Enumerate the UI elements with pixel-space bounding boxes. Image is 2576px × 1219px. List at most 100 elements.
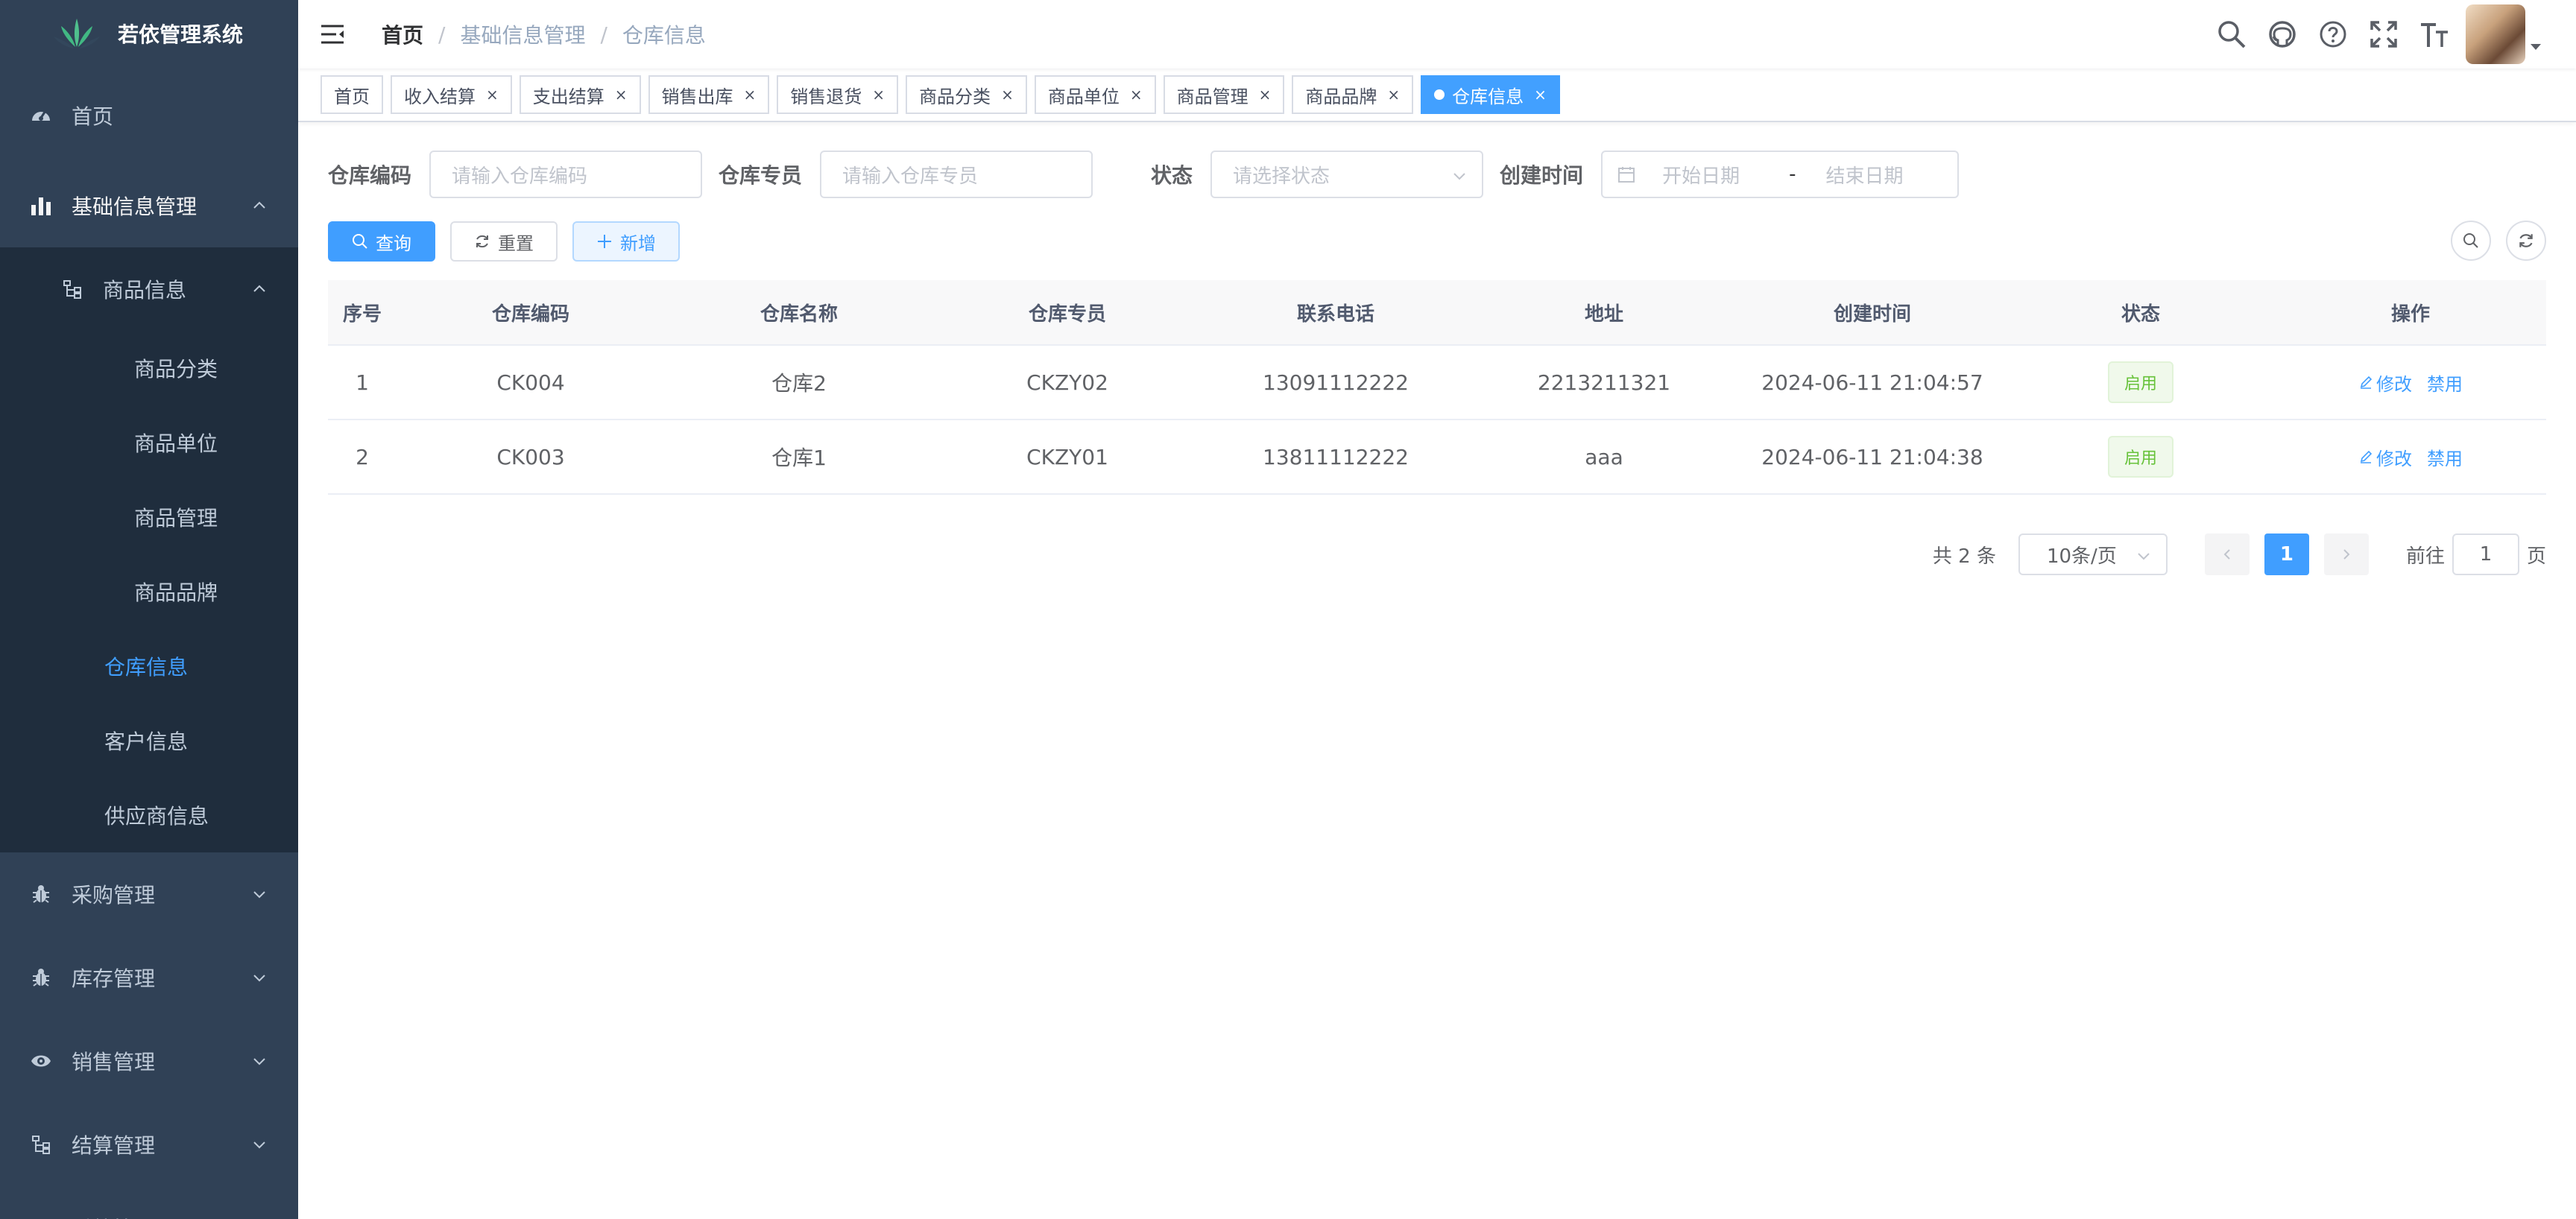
edit-link[interactable]: 修改 <box>2358 370 2412 396</box>
sidebar-logo[interactable]: 若依管理系统 <box>0 0 298 67</box>
sidebar-item-warehouse[interactable]: 仓库信息 <box>0 629 298 703</box>
breadcrumb-separator: / <box>600 22 607 47</box>
disable-link[interactable]: 禁用 <box>2427 370 2463 396</box>
tag-product-category[interactable]: 商品分类 × <box>906 75 1027 114</box>
tag-sales-return[interactable]: 销售退货 × <box>777 75 899 114</box>
close-icon[interactable]: × <box>615 86 628 104</box>
caret-down-icon <box>2531 44 2541 50</box>
sidebar-label: 库存管理 <box>72 966 156 991</box>
chevron-down-icon <box>253 891 265 899</box>
close-icon[interactable]: × <box>486 86 499 104</box>
close-icon[interactable]: × <box>1534 86 1547 104</box>
header-font-size-button[interactable] <box>2409 0 2460 69</box>
chevron-down-icon <box>1453 173 1465 180</box>
refresh-icon <box>2519 234 2533 247</box>
sidebar-item-system[interactable]: 系统管理 <box>0 1186 298 1219</box>
tag-product-unit[interactable]: 商品单位 × <box>1034 75 1156 114</box>
edit-link[interactable]: 修改 <box>2358 444 2412 470</box>
active-dot-icon <box>1434 89 1445 100</box>
tag-expense-settlement[interactable]: 支出结算 × <box>519 75 641 114</box>
sidebar-item-product-category[interactable]: 商品分类 <box>0 331 298 405</box>
sidebar-item-supplier[interactable]: 供应商信息 <box>0 778 298 852</box>
cell-created: 2024-06-11 21:04:57 <box>1761 370 1983 395</box>
cell-code: CK004 <box>496 370 565 395</box>
placeholder: 请输入仓库编码 <box>452 165 588 188</box>
header-github-button[interactable] <box>2257 0 2308 69</box>
disable-label: 禁用 <box>2427 373 2463 395</box>
column-header: 序号 <box>342 303 382 326</box>
disable-link[interactable]: 禁用 <box>2427 444 2463 470</box>
close-icon[interactable]: × <box>1259 86 1272 104</box>
sidebar-label: 首页 <box>72 104 114 129</box>
tag-income-settlement[interactable]: 收入结算 × <box>391 75 512 114</box>
sidebar-item-customer[interactable]: 客户信息 <box>0 703 298 778</box>
reset-button[interactable]: 重置 <box>450 221 558 262</box>
tag-warehouse[interactable]: 仓库信息 × <box>1421 75 1560 114</box>
page-size-select[interactable]: 10条/页 <box>2018 533 2168 575</box>
tag-label: 商品分类 <box>919 86 991 107</box>
tag-product-manage[interactable]: 商品管理 × <box>1163 75 1285 114</box>
chevron-down-icon <box>253 975 265 982</box>
cell-phone: 13811112222 <box>1263 444 1409 469</box>
cell-code: CK003 <box>496 444 565 469</box>
sidebar-label: 供应商信息 <box>104 804 209 829</box>
cell-actions: 修改 禁用 <box>2275 420 2546 493</box>
tag-home[interactable]: 首页 <box>321 75 383 114</box>
warehouse-table: 序号 仓库编码 仓库名称 仓库专员 联系电话 地址 创建时间 状态 操作 1 C… <box>328 280 2546 495</box>
avatar-dropdown[interactable] <box>2525 0 2546 69</box>
search-form: 仓库编码 请输入仓库编码 仓库专员 请输入仓库专员 状态 请选择状态 创建时间 … <box>328 146 2546 203</box>
query-button-label: 查询 <box>376 232 411 254</box>
sidebar-item-sales[interactable]: 销售管理 <box>0 1019 298 1103</box>
sidebar-item-product-unit[interactable]: 商品单位 <box>0 405 298 480</box>
sidebar-item-home[interactable]: 首页 <box>0 67 298 164</box>
tag-sales-outbound[interactable]: 销售出库 × <box>648 75 770 114</box>
date-range-picker[interactable]: 开始日期 - 结束日期 <box>1601 151 1960 198</box>
tag-product-brand[interactable]: 商品品牌 × <box>1292 75 1414 114</box>
refresh-table-button[interactable] <box>2506 221 2546 261</box>
column-header: 仓库专员 <box>1028 303 1106 326</box>
font-size-icon <box>2421 23 2448 47</box>
sidebar-label: 系统管理 <box>72 1213 155 1219</box>
table-header: 序号 仓库编码 仓库名称 仓库专员 联系电话 地址 创建时间 状态 操作 <box>328 280 2546 346</box>
sidebar-label: 商品分类 <box>134 357 218 381</box>
avatar[interactable] <box>2466 4 2525 64</box>
search-icon <box>2463 233 2478 248</box>
status-select[interactable]: 请选择状态 <box>1210 151 1484 198</box>
close-icon[interactable]: × <box>1001 86 1014 104</box>
sidebar-label: 商品管理 <box>134 506 218 531</box>
prev-page-button[interactable] <box>2204 533 2250 575</box>
fullscreen-icon <box>2370 21 2397 48</box>
sidebar-item-basic-info[interactable]: 基础信息管理 <box>0 164 298 247</box>
header-fullscreen-button[interactable] <box>2358 0 2409 69</box>
cell-keeper: CKZY02 <box>1026 370 1108 395</box>
sidebar-item-inventory[interactable]: 库存管理 <box>0 936 298 1019</box>
sidebar-item-product-manage[interactable]: 商品管理 <box>0 480 298 554</box>
warehouse-keeper-input[interactable]: 请输入仓库专员 <box>820 151 1093 198</box>
warehouse-code-input[interactable]: 请输入仓库编码 <box>429 151 703 198</box>
tag-label: 销售出库 <box>661 86 733 107</box>
goto-page-input[interactable]: 1 <box>2452 533 2519 575</box>
sidebar-item-product-info[interactable]: 商品信息 <box>0 247 298 331</box>
search-icon <box>353 234 367 249</box>
pagination-total: 共 2 条 <box>1932 545 1996 568</box>
toggle-search-button[interactable] <box>2451 221 2491 261</box>
search-icon <box>2218 21 2246 48</box>
tree-icon <box>28 1132 54 1157</box>
page-number-active[interactable]: 1 <box>2264 533 2309 575</box>
sidebar-item-product-brand[interactable]: 商品品牌 <box>0 554 298 629</box>
add-button[interactable]: 新增 <box>572 221 680 262</box>
close-icon[interactable]: × <box>744 86 757 104</box>
header-help-button[interactable] <box>2308 0 2358 69</box>
sidebar-item-settlement[interactable]: 结算管理 <box>0 1103 298 1186</box>
breadcrumb-home[interactable]: 首页 <box>382 19 423 49</box>
next-page-button[interactable] <box>2323 533 2369 575</box>
calendar-icon <box>1618 167 1635 183</box>
close-icon[interactable]: × <box>872 86 885 104</box>
close-icon[interactable]: × <box>1130 86 1143 104</box>
close-icon[interactable]: × <box>1387 86 1400 104</box>
sidebar-item-purchase[interactable]: 采购管理 <box>0 852 298 936</box>
header-search-button[interactable] <box>2206 0 2257 69</box>
query-button[interactable]: 查询 <box>328 221 435 262</box>
hamburger-button[interactable] <box>298 0 367 69</box>
chevron-left-icon <box>2223 549 2230 560</box>
